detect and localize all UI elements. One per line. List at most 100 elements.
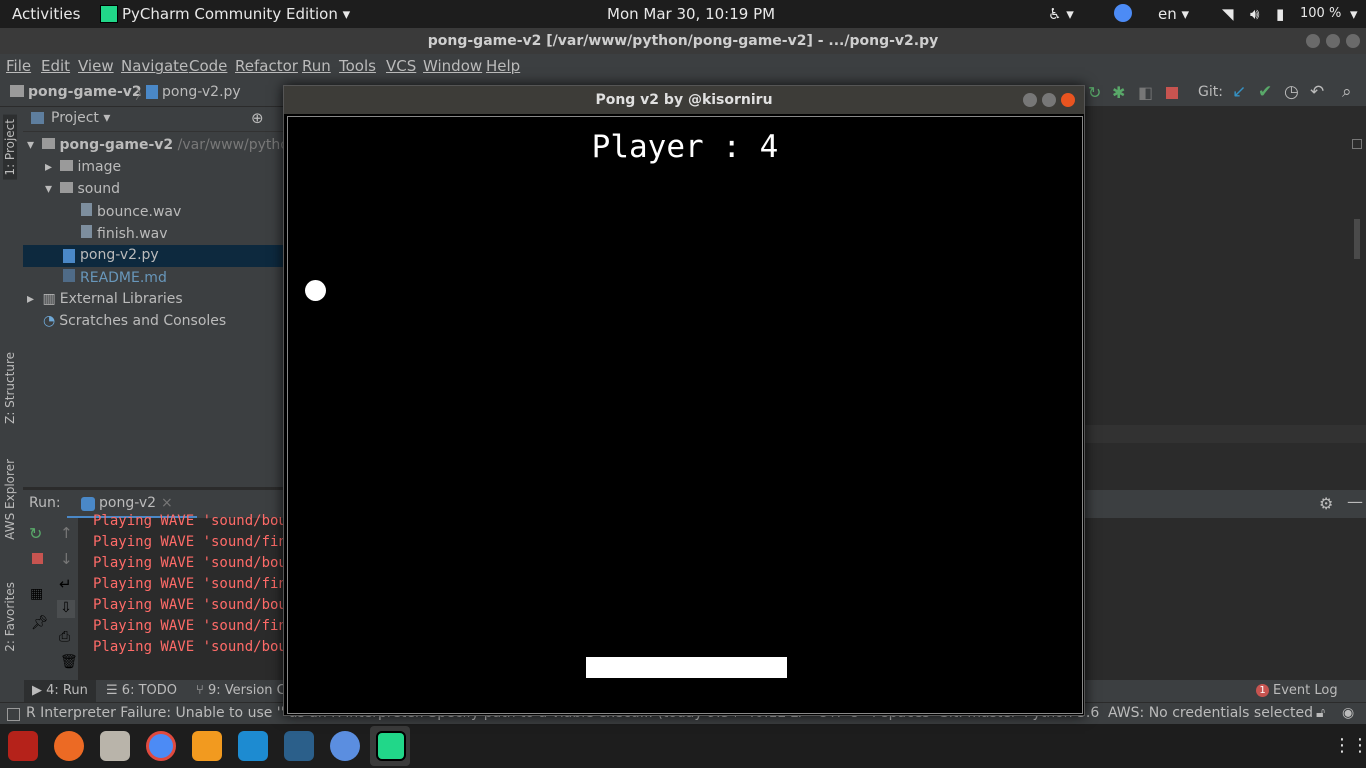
menu-code[interactable]: Code [189, 57, 227, 75]
battery-icon[interactable]: ▮ [1276, 5, 1284, 23]
tree-root[interactable]: ▾ pong-game-v2 /var/www/pytho [27, 137, 289, 153]
menu-run[interactable]: Run [302, 57, 331, 75]
coverage-icon[interactable]: ◧ [1138, 83, 1153, 102]
breadcrumb-file[interactable]: pong-v2.py [162, 84, 241, 100]
pycharm-icon[interactable] [376, 731, 406, 761]
tree-item-finish[interactable]: finish.wav [81, 225, 168, 242]
chrome-icon[interactable] [146, 731, 176, 761]
activities-button[interactable]: Activities [12, 5, 80, 23]
soft-wrap-icon[interactable]: ↵ [59, 575, 72, 593]
paddle[interactable] [586, 657, 787, 678]
audio-file-icon [81, 225, 92, 238]
menu-file[interactable]: File [6, 57, 31, 75]
close-tab-icon[interactable]: × [161, 495, 173, 511]
menu-refactor[interactable]: Refactor [235, 57, 298, 75]
tree-label: External Libraries [59, 291, 183, 307]
scroll-up-icon[interactable]: ↑ [60, 524, 73, 542]
git-commit-icon[interactable]: ✔ [1258, 82, 1272, 102]
lock-icon[interactable]: 🔓︎ [1316, 705, 1325, 721]
menu-edit[interactable]: Edit [41, 57, 70, 75]
notifications-icon[interactable]: ◉ [1342, 705, 1354, 721]
console-line: Playing WAVE 'sound/boun [93, 597, 296, 613]
git-rollback-icon[interactable]: ↶ [1310, 82, 1324, 102]
tree-item-image[interactable]: ▸ image [45, 159, 121, 175]
expand-arrow-icon[interactable]: ▾ [45, 181, 52, 197]
accessibility-icon[interactable]: ♿ ▾ [1048, 5, 1074, 23]
tree-item-readme[interactable]: README.md [63, 269, 167, 286]
chrome-indicator-icon[interactable] [1114, 4, 1132, 22]
layout-icon[interactable]: ▦ [30, 586, 43, 602]
minimize-icon[interactable] [1306, 34, 1320, 48]
system-menu-icon[interactable]: ▾ [1350, 5, 1358, 23]
menu-vcs[interactable]: VCS [386, 57, 416, 75]
tab-structure[interactable]: Z: Structure [3, 352, 17, 424]
git-update-icon[interactable]: ↙ [1232, 82, 1246, 102]
stop-icon[interactable] [32, 553, 43, 564]
debug-icon[interactable]: ✱ [1112, 83, 1125, 102]
project-title: Project [51, 110, 99, 126]
stop-icon[interactable] [1166, 87, 1178, 99]
file-manager-icon[interactable] [100, 731, 130, 761]
tree-item-external-libraries[interactable]: ▸ ▥ External Libraries [27, 291, 183, 307]
expand-arrow-icon[interactable]: ▾ [27, 137, 34, 153]
mysql-workbench-icon[interactable] [284, 731, 314, 761]
tab-favorites[interactable]: 2: Favorites [3, 582, 17, 652]
chromium-icon[interactable] [330, 731, 360, 761]
editor-area[interactable] [1082, 107, 1366, 487]
wifi-icon[interactable]: ◥ [1222, 5, 1234, 23]
language-selector[interactable]: en ▾ [1158, 5, 1189, 23]
tab-version-control[interactable]: ⑂ 9: Version Co [196, 683, 294, 698]
status-toggle-icon[interactable] [7, 708, 20, 721]
hide-panel-icon[interactable]: — [1347, 492, 1363, 511]
tab-aws-explorer[interactable]: AWS Explorer [3, 459, 17, 540]
collapse-arrow-icon[interactable]: ▸ [45, 159, 52, 175]
console-line: Playing WAVE 'sound/boun [93, 555, 296, 571]
editor-scrollbar[interactable] [1354, 219, 1360, 259]
filezilla-icon[interactable] [8, 731, 38, 761]
scroll-to-end-icon[interactable]: ⇩ [57, 600, 75, 618]
volume-icon[interactable]: 🔊︎ [1250, 5, 1259, 23]
tree-item-pong-selected[interactable]: pong-v2.py [23, 245, 285, 267]
menu-help[interactable]: Help [486, 57, 520, 75]
pong-minimize-icon[interactable] [1023, 93, 1037, 107]
print-icon[interactable]: ⎙ [59, 629, 70, 645]
clear-trash-icon[interactable]: 🗑︎ [60, 654, 78, 670]
sublime-text-icon[interactable] [192, 731, 222, 761]
status-aws[interactable]: AWS: No credentials selected [1108, 705, 1313, 721]
vscode-icon[interactable] [238, 731, 268, 761]
project-view-selector[interactable]: Project ▾ [51, 110, 110, 126]
settings-gear-icon[interactable]: ⚙ [1319, 494, 1333, 513]
pin-icon[interactable]: 📌︎ [31, 615, 49, 631]
breadcrumb-project[interactable]: pong-game-v2 [28, 84, 142, 100]
firefox-icon[interactable] [54, 731, 84, 761]
search-icon[interactable]: ⌕ [1342, 82, 1352, 102]
menu-view[interactable]: View [78, 57, 114, 75]
game-canvas[interactable]: Player : 4 [287, 116, 1083, 714]
ball [305, 280, 326, 301]
show-applications-icon[interactable]: ⋮⋮⋮ [1333, 735, 1366, 756]
tree-item-sound[interactable]: ▾ sound [45, 181, 120, 197]
close-icon[interactable] [1346, 34, 1360, 48]
library-icon: ▥ [42, 291, 56, 307]
tab-project[interactable]: 1: Project [3, 115, 17, 180]
app-menu-button[interactable]: PyCharm Community Edition ▾ [122, 5, 350, 23]
tree-item-scratches[interactable]: ◔ Scratches and Consoles [43, 313, 226, 329]
pong-title-bar[interactable]: Pong v2 by @kisorniru [284, 86, 1084, 114]
rerun-icon[interactable]: ↻ [1088, 83, 1101, 102]
tab-event-log[interactable]: Event Log [1273, 683, 1338, 698]
collapse-arrow-icon[interactable]: ▸ [27, 291, 34, 307]
tab-todo[interactable]: ☰ 6: TODO [106, 683, 177, 698]
pong-close-icon[interactable] [1061, 93, 1075, 107]
scroll-down-icon[interactable]: ↓ [60, 550, 73, 568]
menu-tools[interactable]: Tools [339, 57, 376, 75]
tree-item-bounce[interactable]: bounce.wav [81, 203, 181, 220]
locate-icon[interactable]: ⊕ [251, 109, 264, 127]
maximize-icon[interactable] [1326, 34, 1340, 48]
git-history-icon[interactable]: ◷ [1284, 82, 1299, 102]
pong-maximize-icon[interactable] [1042, 93, 1056, 107]
rerun-icon[interactable]: ↻ [29, 524, 42, 543]
menu-window[interactable]: Window [423, 57, 482, 75]
clock[interactable]: Mon Mar 30, 10:19 PM [607, 5, 775, 23]
run-tab-label: pong-v2 [99, 495, 157, 511]
menu-navigate[interactable]: Navigate [121, 57, 188, 75]
